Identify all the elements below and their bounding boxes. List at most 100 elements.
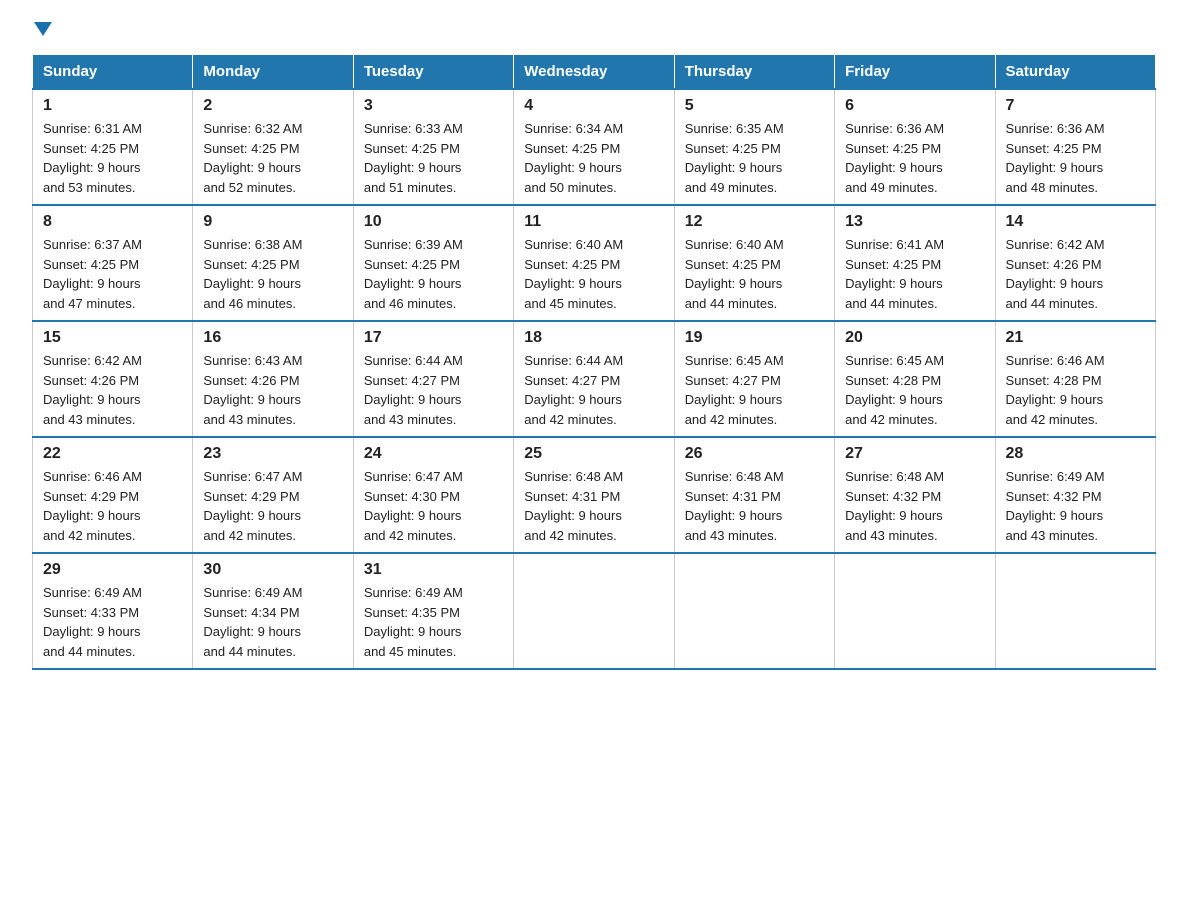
day-number: 19 (685, 329, 824, 347)
day-number: 9 (203, 213, 342, 231)
calendar-cell: 22 Sunrise: 6:46 AM Sunset: 4:29 PM Dayl… (33, 437, 193, 553)
day-info: Sunrise: 6:41 AM Sunset: 4:25 PM Dayligh… (845, 235, 984, 313)
day-info: Sunrise: 6:48 AM Sunset: 4:32 PM Dayligh… (845, 467, 984, 545)
calendar-cell: 2 Sunrise: 6:32 AM Sunset: 4:25 PM Dayli… (193, 89, 353, 205)
day-number: 22 (43, 445, 182, 463)
day-number: 30 (203, 561, 342, 579)
day-info: Sunrise: 6:45 AM Sunset: 4:28 PM Dayligh… (845, 351, 984, 429)
day-number: 20 (845, 329, 984, 347)
logo (32, 24, 52, 38)
calendar-cell: 28 Sunrise: 6:49 AM Sunset: 4:32 PM Dayl… (995, 437, 1155, 553)
day-number: 26 (685, 445, 824, 463)
calendar-cell: 9 Sunrise: 6:38 AM Sunset: 4:25 PM Dayli… (193, 205, 353, 321)
weekday-header-friday: Friday (835, 55, 995, 90)
calendar-week-row: 8 Sunrise: 6:37 AM Sunset: 4:25 PM Dayli… (33, 205, 1156, 321)
calendar-week-row: 22 Sunrise: 6:46 AM Sunset: 4:29 PM Dayl… (33, 437, 1156, 553)
day-info: Sunrise: 6:43 AM Sunset: 4:26 PM Dayligh… (203, 351, 342, 429)
day-info: Sunrise: 6:49 AM Sunset: 4:34 PM Dayligh… (203, 583, 342, 661)
day-number: 13 (845, 213, 984, 231)
weekday-header-monday: Monday (193, 55, 353, 90)
weekday-header-saturday: Saturday (995, 55, 1155, 90)
calendar-cell: 10 Sunrise: 6:39 AM Sunset: 4:25 PM Dayl… (353, 205, 513, 321)
day-number: 29 (43, 561, 182, 579)
calendar-cell: 17 Sunrise: 6:44 AM Sunset: 4:27 PM Dayl… (353, 321, 513, 437)
day-info: Sunrise: 6:47 AM Sunset: 4:29 PM Dayligh… (203, 467, 342, 545)
calendar-cell: 31 Sunrise: 6:49 AM Sunset: 4:35 PM Dayl… (353, 553, 513, 669)
calendar-cell: 29 Sunrise: 6:49 AM Sunset: 4:33 PM Dayl… (33, 553, 193, 669)
day-info: Sunrise: 6:42 AM Sunset: 4:26 PM Dayligh… (1006, 235, 1145, 313)
day-info: Sunrise: 6:45 AM Sunset: 4:27 PM Dayligh… (685, 351, 824, 429)
day-info: Sunrise: 6:32 AM Sunset: 4:25 PM Dayligh… (203, 119, 342, 197)
weekday-header-wednesday: Wednesday (514, 55, 674, 90)
calendar-cell (674, 553, 834, 669)
calendar-cell: 23 Sunrise: 6:47 AM Sunset: 4:29 PM Dayl… (193, 437, 353, 553)
day-info: Sunrise: 6:37 AM Sunset: 4:25 PM Dayligh… (43, 235, 182, 313)
day-number: 16 (203, 329, 342, 347)
calendar-cell: 4 Sunrise: 6:34 AM Sunset: 4:25 PM Dayli… (514, 89, 674, 205)
calendar-cell: 5 Sunrise: 6:35 AM Sunset: 4:25 PM Dayli… (674, 89, 834, 205)
calendar-cell: 13 Sunrise: 6:41 AM Sunset: 4:25 PM Dayl… (835, 205, 995, 321)
calendar-cell: 1 Sunrise: 6:31 AM Sunset: 4:25 PM Dayli… (33, 89, 193, 205)
day-info: Sunrise: 6:44 AM Sunset: 4:27 PM Dayligh… (524, 351, 663, 429)
calendar-week-row: 29 Sunrise: 6:49 AM Sunset: 4:33 PM Dayl… (33, 553, 1156, 669)
day-info: Sunrise: 6:36 AM Sunset: 4:25 PM Dayligh… (1006, 119, 1145, 197)
weekday-header-thursday: Thursday (674, 55, 834, 90)
day-number: 8 (43, 213, 182, 231)
calendar-cell: 12 Sunrise: 6:40 AM Sunset: 4:25 PM Dayl… (674, 205, 834, 321)
day-info: Sunrise: 6:39 AM Sunset: 4:25 PM Dayligh… (364, 235, 503, 313)
day-info: Sunrise: 6:42 AM Sunset: 4:26 PM Dayligh… (43, 351, 182, 429)
weekday-header-sunday: Sunday (33, 55, 193, 90)
calendar-cell: 19 Sunrise: 6:45 AM Sunset: 4:27 PM Dayl… (674, 321, 834, 437)
calendar-table: SundayMondayTuesdayWednesdayThursdayFrid… (32, 54, 1156, 670)
day-number: 10 (364, 213, 503, 231)
day-info: Sunrise: 6:33 AM Sunset: 4:25 PM Dayligh… (364, 119, 503, 197)
calendar-cell (514, 553, 674, 669)
day-number: 17 (364, 329, 503, 347)
day-number: 4 (524, 97, 663, 115)
day-info: Sunrise: 6:48 AM Sunset: 4:31 PM Dayligh… (685, 467, 824, 545)
calendar-cell: 18 Sunrise: 6:44 AM Sunset: 4:27 PM Dayl… (514, 321, 674, 437)
calendar-cell: 14 Sunrise: 6:42 AM Sunset: 4:26 PM Dayl… (995, 205, 1155, 321)
calendar-cell: 6 Sunrise: 6:36 AM Sunset: 4:25 PM Dayli… (835, 89, 995, 205)
calendar-cell: 8 Sunrise: 6:37 AM Sunset: 4:25 PM Dayli… (33, 205, 193, 321)
calendar-week-row: 15 Sunrise: 6:42 AM Sunset: 4:26 PM Dayl… (33, 321, 1156, 437)
day-info: Sunrise: 6:47 AM Sunset: 4:30 PM Dayligh… (364, 467, 503, 545)
calendar-cell (995, 553, 1155, 669)
calendar-cell (835, 553, 995, 669)
calendar-cell: 20 Sunrise: 6:45 AM Sunset: 4:28 PM Dayl… (835, 321, 995, 437)
day-info: Sunrise: 6:49 AM Sunset: 4:32 PM Dayligh… (1006, 467, 1145, 545)
calendar-cell: 15 Sunrise: 6:42 AM Sunset: 4:26 PM Dayl… (33, 321, 193, 437)
calendar-cell: 26 Sunrise: 6:48 AM Sunset: 4:31 PM Dayl… (674, 437, 834, 553)
day-number: 15 (43, 329, 182, 347)
day-number: 12 (685, 213, 824, 231)
calendar-week-row: 1 Sunrise: 6:31 AM Sunset: 4:25 PM Dayli… (33, 89, 1156, 205)
day-info: Sunrise: 6:36 AM Sunset: 4:25 PM Dayligh… (845, 119, 984, 197)
day-info: Sunrise: 6:48 AM Sunset: 4:31 PM Dayligh… (524, 467, 663, 545)
day-number: 3 (364, 97, 503, 115)
day-number: 18 (524, 329, 663, 347)
calendar-cell: 27 Sunrise: 6:48 AM Sunset: 4:32 PM Dayl… (835, 437, 995, 553)
day-number: 5 (685, 97, 824, 115)
calendar-cell: 21 Sunrise: 6:46 AM Sunset: 4:28 PM Dayl… (995, 321, 1155, 437)
calendar-cell: 3 Sunrise: 6:33 AM Sunset: 4:25 PM Dayli… (353, 89, 513, 205)
day-number: 6 (845, 97, 984, 115)
page-header (32, 24, 1156, 38)
weekday-header-tuesday: Tuesday (353, 55, 513, 90)
day-info: Sunrise: 6:44 AM Sunset: 4:27 PM Dayligh… (364, 351, 503, 429)
calendar-cell: 16 Sunrise: 6:43 AM Sunset: 4:26 PM Dayl… (193, 321, 353, 437)
calendar-cell: 11 Sunrise: 6:40 AM Sunset: 4:25 PM Dayl… (514, 205, 674, 321)
day-info: Sunrise: 6:31 AM Sunset: 4:25 PM Dayligh… (43, 119, 182, 197)
day-number: 11 (524, 213, 663, 231)
weekday-header-row: SundayMondayTuesdayWednesdayThursdayFrid… (33, 55, 1156, 90)
calendar-cell: 24 Sunrise: 6:47 AM Sunset: 4:30 PM Dayl… (353, 437, 513, 553)
calendar-cell: 25 Sunrise: 6:48 AM Sunset: 4:31 PM Dayl… (514, 437, 674, 553)
day-number: 23 (203, 445, 342, 463)
day-info: Sunrise: 6:49 AM Sunset: 4:35 PM Dayligh… (364, 583, 503, 661)
day-number: 24 (364, 445, 503, 463)
day-number: 28 (1006, 445, 1145, 463)
day-info: Sunrise: 6:40 AM Sunset: 4:25 PM Dayligh… (685, 235, 824, 313)
day-number: 7 (1006, 97, 1145, 115)
day-number: 2 (203, 97, 342, 115)
day-number: 27 (845, 445, 984, 463)
calendar-cell: 30 Sunrise: 6:49 AM Sunset: 4:34 PM Dayl… (193, 553, 353, 669)
